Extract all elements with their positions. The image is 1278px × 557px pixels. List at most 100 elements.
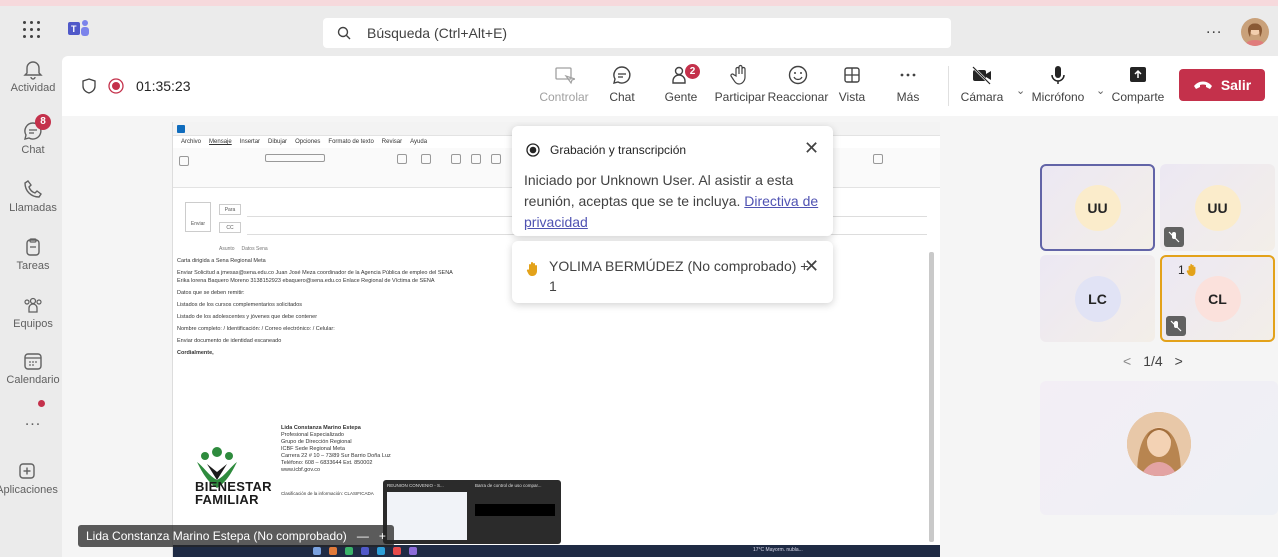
hand-count: 1 <box>1178 263 1185 277</box>
recording-notification-header: Grabación y transcripción <box>526 143 686 157</box>
raise-hand-button[interactable]: Participar <box>710 64 770 104</box>
search-icon <box>337 26 351 40</box>
user-avatar[interactable] <box>1241 18 1269 46</box>
paste-icon <box>179 156 189 166</box>
subject-value: Datos Sena <box>241 246 268 252</box>
taskbar-app-icon <box>313 547 321 555</box>
more-button[interactable]: Más <box>878 64 938 104</box>
thumb-preview <box>387 492 467 540</box>
to-button[interactable]: Para <box>219 204 241 215</box>
participant-avatar: CL <box>1194 275 1241 322</box>
calendar-icon <box>24 353 42 370</box>
rail-item-teams[interactable]: Equipos <box>0 294 66 330</box>
taskbar-app-icon <box>409 547 417 555</box>
rail-item-calendar[interactable]: Calendario <box>0 350 66 386</box>
raised-hand-icon <box>1186 264 1196 276</box>
chevron-left-icon[interactable]: < <box>1123 353 1131 369</box>
rail-label: Calendario <box>6 374 60 386</box>
participant-tile[interactable]: UU <box>1040 164 1155 251</box>
outlook-logo-icon <box>177 125 185 133</box>
self-view-tile[interactable] <box>1040 381 1278 515</box>
people-badge: 2 <box>685 64 700 79</box>
body-line: Cordialmente, <box>177 350 214 356</box>
presenter-name: Lida Constanza Marino Estepa (No comprob… <box>86 529 347 543</box>
title-more-button[interactable]: ... <box>1206 20 1222 38</box>
rail-item-calls[interactable]: Llamadas <box>0 178 66 214</box>
recording-title: Grabación y transcripción <box>550 143 687 157</box>
signature-line: ICBF Sede Regional Meta <box>281 446 345 452</box>
app-launcher-icon[interactable] <box>20 18 44 42</box>
menu-item: Ayuda <box>410 139 428 145</box>
tool-label: Comparte <box>1111 90 1165 104</box>
clipboard-icon <box>26 238 40 256</box>
signature-line: Profesional Especializado <box>281 432 344 438</box>
address-book-icon <box>397 154 407 164</box>
rail-item-activity[interactable]: Actividad <box>0 58 66 94</box>
share-screen-icon <box>1130 67 1146 82</box>
tool-label: Micrófono <box>1031 90 1085 104</box>
tool-label: Más <box>896 90 920 104</box>
gallery-pager: < 1/4 > <box>1123 353 1183 369</box>
send-button[interactable]: Enviar <box>185 202 211 232</box>
menu-item: Formato de texto <box>328 139 374 145</box>
participant-avatar: LC <box>1074 275 1121 322</box>
email-signature: Lida Constanza Marino Estepa Profesional… <box>281 425 391 474</box>
bell-icon <box>23 61 43 80</box>
recording-message: Iniciado por Unknown User. Al asistir a … <box>524 170 829 233</box>
mic-options-chevron-icon[interactable]: ⌄ <box>1096 84 1105 97</box>
view-button[interactable]: Vista <box>822 64 882 104</box>
tool-label: Cámara <box>960 90 1004 104</box>
rail-label: Chat <box>21 144 45 156</box>
rail-label: ... <box>24 412 42 429</box>
recording-icon <box>526 143 540 157</box>
thumb-title: REUNION CONVENIO - S... <box>387 483 444 488</box>
leave-button[interactable]: Salir <box>1179 69 1265 101</box>
participant-tile[interactable]: LC <box>1040 255 1155 342</box>
rail-label: Llamadas <box>9 202 57 214</box>
icbf-logo-icon <box>197 447 237 488</box>
email-scrollbar[interactable] <box>929 252 934 542</box>
search-placeholder: Búsqueda (Ctrl+Alt+E) <box>367 25 508 41</box>
cc-button[interactable]: CC <box>219 222 241 233</box>
thumb-title: Barra de control de uso compar... <box>475 483 542 488</box>
raised-hand-indicator: 1 <box>1178 263 1198 277</box>
participants-panel: UU UU LC CL 1 < 1/4 > <box>940 116 1278 557</box>
meeting-info: 01:35:23 <box>82 78 191 94</box>
tray-weather: 17°C Mayorm. nubla... <box>753 547 803 553</box>
smiley-icon <box>788 65 808 85</box>
share-button[interactable]: Comparte <box>1107 64 1169 104</box>
participant-tile[interactable]: UU <box>1160 164 1275 251</box>
meeting-toolbar: 01:35:23 Controlar Chat 2 Gente Particip… <box>62 56 1278 116</box>
rail-item-tasks[interactable]: Tareas <box>0 236 66 272</box>
rail-item-chat[interactable]: 8 Chat <box>0 114 66 156</box>
body-line: Listado de los adolescentes y jóvenes qu… <box>177 314 318 320</box>
svg-text:T: T <box>71 24 77 34</box>
close-icon[interactable]: ✕ <box>804 256 819 277</box>
taskbar-app-icon <box>361 547 369 555</box>
ellipsis-icon <box>900 73 916 77</box>
close-icon[interactable]: ✕ <box>804 138 819 159</box>
participant-tile[interactable]: CL 1 <box>1160 255 1275 342</box>
templates-icon <box>873 154 883 164</box>
mic-button[interactable]: Micrófono <box>1023 64 1093 104</box>
menu-item: Opciones <box>295 139 321 145</box>
tool-label: Chat <box>609 90 635 104</box>
rail-item-more[interactable]: ... <box>0 412 66 430</box>
tool-label: Reaccionar <box>767 90 829 104</box>
signature-line: www.icbf.gov.co <box>281 467 321 473</box>
meeting-timer: 01:35:23 <box>136 78 191 94</box>
subject-row: Asunto Datos Sena <box>219 246 268 252</box>
chat-button[interactable]: Chat <box>592 64 652 104</box>
rail-label: Aplicaciones <box>0 484 58 496</box>
bienestar-logo-text: BIENESTAR FAMILIAR <box>195 480 272 506</box>
control-button[interactable]: Controlar <box>534 64 594 104</box>
shield-icon[interactable] <box>82 78 96 94</box>
rail-item-apps[interactable]: Aplicaciones <box>0 460 60 496</box>
search-bar[interactable]: Búsqueda (Ctrl+Alt+E) <box>323 18 951 48</box>
menu-item: Dibujar <box>268 139 288 145</box>
camera-button[interactable]: Cámara <box>952 64 1012 104</box>
rail-label: Tareas <box>16 260 50 272</box>
rail-label: Equipos <box>13 318 53 330</box>
chevron-right-icon[interactable]: > <box>1175 353 1183 369</box>
people-button[interactable]: 2 Gente <box>651 64 711 104</box>
